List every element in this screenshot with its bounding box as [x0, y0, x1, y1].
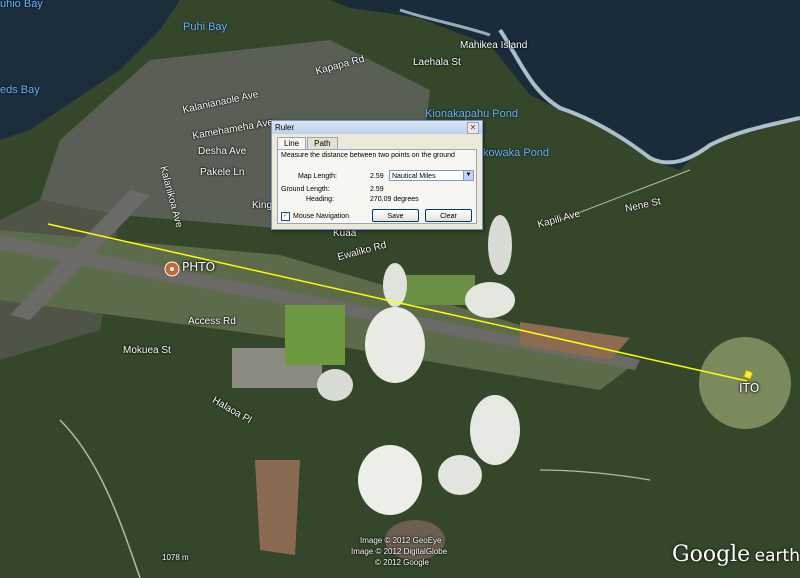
ruler-description: Measure the distance between two points … [281, 152, 455, 159]
access-rd-label: Access Rd [188, 316, 236, 327]
mokuea-st-label: Mokuea St [123, 345, 171, 356]
grass-field-2 [400, 275, 475, 305]
mouse-navigation-checkbox[interactable]: ✓ Mouse Navigation [281, 212, 349, 221]
unit-select-value: Nautical Miles [392, 173, 436, 180]
satellite-map[interactable] [0, 0, 800, 578]
attribution-digitalglobe: Image © 2012 DigitalGlobe [351, 547, 448, 556]
ground-length-label: Ground Length: [281, 186, 330, 193]
attribution-geoeye: Image © 2012 GeoEye [360, 536, 442, 545]
reeds-bay-label: eds Bay [0, 84, 40, 96]
kionakapahu-pond-label: Kionakapahu Pond [425, 108, 518, 120]
desha-ave-label: Desha Ave [198, 146, 247, 157]
ruler-panel: Measure the distance between two points … [277, 149, 477, 224]
heading-label: Heading: [306, 196, 335, 203]
logo-google: Google [672, 542, 751, 567]
grass-field [285, 305, 345, 365]
ruler-titlebar[interactable]: Ruler ✕ [272, 121, 482, 134]
cloud [488, 215, 512, 275]
save-button[interactable]: Save [372, 209, 419, 222]
unit-select[interactable]: Nautical Miles ▼ [389, 170, 474, 181]
dirt-patch-2 [255, 460, 300, 555]
mahikea-island-label: Mahikea Island [460, 40, 528, 51]
cloud [470, 395, 520, 465]
cloud [317, 369, 353, 401]
pakele-ln-label: Pakele Ln [200, 167, 245, 178]
cloud [365, 307, 425, 383]
map-length-value: 2.59 [370, 173, 384, 180]
cloud [358, 445, 422, 515]
cloud [438, 455, 482, 495]
king-label: King [252, 200, 273, 211]
scale-label: 1078 m [162, 553, 189, 562]
map-length-label: Map Length: [298, 173, 337, 180]
mouse-navigation-label: Mouse Navigation [293, 213, 350, 220]
kauwaka-pond-label: kowaka Pond [483, 147, 550, 159]
chevron-down-icon[interactable]: ▼ [463, 171, 473, 180]
laehala-st-label: Laehala St [413, 57, 461, 68]
close-icon[interactable]: ✕ [467, 121, 479, 134]
ruler-dialog: Ruler ✕ Line Path Measure the distance b… [271, 120, 483, 230]
cloud [465, 282, 515, 318]
clear-button[interactable]: Clear [425, 209, 472, 222]
puhi-bay-label: Puhi Bay [183, 21, 228, 33]
phto-marker-inner [170, 267, 174, 271]
google-earth-logo: Google earth [672, 542, 800, 567]
ito-label[interactable]: ITO [739, 381, 759, 395]
attribution-google: © 2012 Google [375, 558, 429, 567]
checkmark-icon[interactable]: ✓ [281, 212, 290, 221]
ground-length-value: 2.59 [370, 186, 384, 193]
phto-label[interactable]: PHTO [182, 260, 215, 274]
ruler-title: Ruler [275, 123, 295, 132]
kuhio-bay-label: uhio Bay [0, 0, 43, 10]
heading-value: 270.09 degrees [370, 196, 419, 203]
logo-earth: earth [754, 546, 800, 566]
